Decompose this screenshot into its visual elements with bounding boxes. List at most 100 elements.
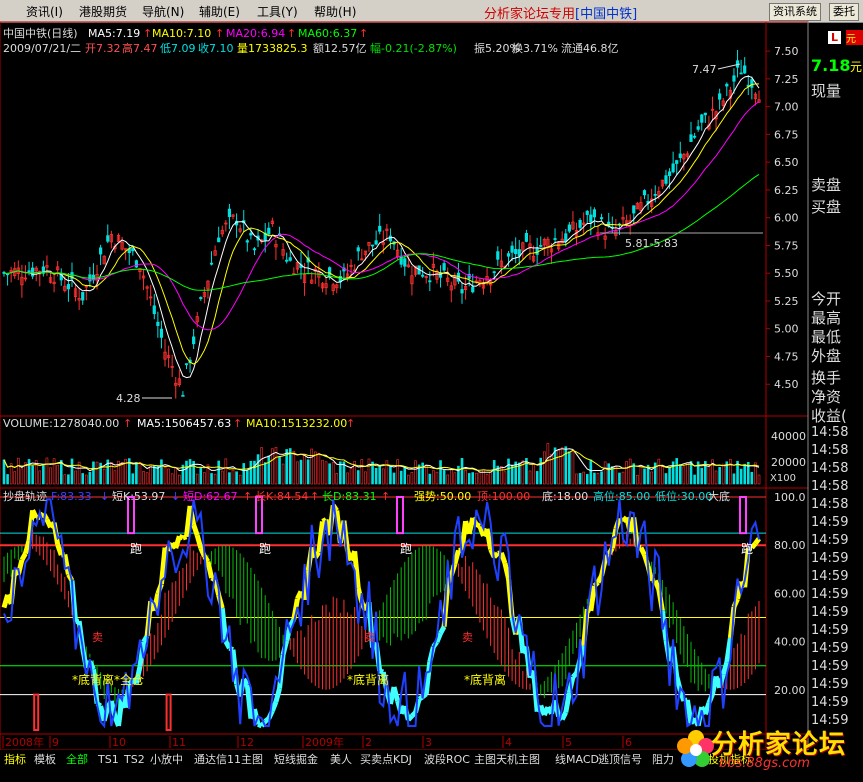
volume-bar bbox=[220, 470, 224, 485]
strong-level: 强势:50.00 bbox=[414, 490, 471, 503]
tab-indicator[interactable]: 逃顶信号 bbox=[598, 752, 642, 768]
candle-body bbox=[689, 134, 693, 142]
tab-indicator[interactable]: 小放中 bbox=[150, 752, 183, 768]
candle-body bbox=[134, 260, 138, 268]
volume-bar bbox=[231, 469, 235, 485]
candle-body bbox=[567, 224, 571, 232]
volume-bar bbox=[324, 461, 328, 485]
volume-bar bbox=[707, 465, 711, 485]
tick-time: 14:58 bbox=[811, 425, 849, 440]
indicator-tick-label: 100.0 bbox=[774, 491, 806, 504]
volume-bar bbox=[52, 458, 56, 485]
indicator-k-segment bbox=[563, 692, 572, 713]
volume-bar bbox=[668, 466, 671, 485]
volume-bar bbox=[70, 458, 74, 485]
volume-bar bbox=[392, 472, 396, 485]
tab-indicator[interactable]: TS2 bbox=[124, 752, 145, 768]
arrow-up-icon: ↑ bbox=[359, 27, 368, 40]
current-price-unit: 元 bbox=[850, 60, 863, 74]
candle-body bbox=[743, 65, 747, 74]
sell-signal: 卖 bbox=[92, 631, 103, 644]
sell-signal: 卖 bbox=[462, 631, 473, 644]
indicator-k-segment bbox=[638, 546, 647, 556]
volume-bar bbox=[185, 460, 188, 485]
volume-bar bbox=[213, 473, 217, 485]
tab-indicator[interactable]: 指标 bbox=[4, 752, 26, 768]
candle-body bbox=[703, 112, 707, 116]
volume-bars bbox=[2, 443, 761, 485]
candle-body bbox=[732, 75, 736, 82]
tab-indicator[interactable]: 波段ROC bbox=[424, 752, 470, 768]
tab-indicator[interactable]: 线MACD bbox=[555, 752, 599, 768]
bottom-marker bbox=[33, 693, 40, 731]
volume-bar bbox=[364, 471, 367, 485]
long-k: 长K:84.54 bbox=[255, 490, 308, 503]
volume-bar bbox=[335, 473, 339, 485]
volume-bar bbox=[2, 459, 6, 485]
arrow-up-icon: ↑ bbox=[143, 27, 152, 40]
tab-indicator[interactable]: 买卖点KDJ bbox=[360, 752, 412, 768]
indicator-k-segment bbox=[423, 661, 433, 695]
candle-body bbox=[553, 238, 557, 240]
candle-body bbox=[564, 233, 568, 242]
volume-bar bbox=[263, 462, 267, 485]
price-tick-label: 4.50 bbox=[774, 378, 799, 391]
volume-bar bbox=[31, 465, 34, 485]
bottom-divergence-signal: *底背离 bbox=[347, 672, 389, 687]
price-tick-label: 5.00 bbox=[774, 323, 799, 336]
date-label: 9 bbox=[52, 736, 59, 749]
bottom-divergence-signal: *底背离*全仓 bbox=[72, 672, 144, 687]
level-badge: L bbox=[828, 31, 841, 44]
candle-body bbox=[356, 247, 360, 252]
volume-bar bbox=[235, 471, 238, 485]
tab-indicator[interactable]: 美人 bbox=[330, 752, 352, 768]
tab-indicator[interactable]: 短线掘金 bbox=[274, 752, 318, 768]
volume-bar bbox=[321, 459, 324, 485]
tab-indicator[interactable]: 全部 bbox=[66, 752, 88, 768]
candle-body bbox=[664, 175, 668, 184]
volume-bar bbox=[378, 465, 382, 485]
high-pos-level: 高位:85.00 bbox=[593, 489, 650, 503]
tab-indicator[interactable]: 主图天机主图 bbox=[474, 752, 540, 768]
tab-indicator[interactable]: 通达信11主图 bbox=[194, 752, 263, 768]
float-value: 流通46.8亿 bbox=[561, 41, 619, 55]
volume-bar bbox=[543, 451, 546, 485]
arrow-up-icon: ↑ bbox=[233, 417, 242, 430]
bottom-divergence-signal: *底背离 bbox=[464, 672, 506, 687]
date-label: 3 bbox=[425, 736, 432, 749]
volume-bar bbox=[621, 471, 625, 485]
sell-orders-label: 卖盘 bbox=[811, 176, 842, 194]
tick-time: 14:59 bbox=[811, 551, 849, 566]
tab-indicator[interactable]: 模板 bbox=[34, 752, 56, 768]
volume-bar bbox=[489, 471, 492, 485]
ma20-label: MA20:6.94 bbox=[226, 27, 285, 40]
indicator-k-segment bbox=[205, 560, 214, 579]
candle-body bbox=[460, 289, 464, 294]
volume-bar bbox=[45, 457, 49, 485]
tick-time: 14:59 bbox=[811, 533, 849, 548]
volume-bar bbox=[571, 450, 575, 485]
volume-bar bbox=[113, 470, 117, 485]
volume-bar bbox=[195, 473, 199, 485]
volume-bar bbox=[149, 464, 153, 485]
volume-bar bbox=[661, 466, 664, 485]
volume-bar bbox=[639, 466, 643, 485]
highest-label: 最高 bbox=[811, 309, 842, 327]
net-assets-label: 净资 bbox=[811, 388, 842, 406]
candle-body bbox=[209, 262, 214, 265]
indicator-k: F:83.33 bbox=[51, 490, 92, 503]
tab-indicator[interactable]: TS1 bbox=[98, 752, 119, 768]
candle-body bbox=[506, 253, 511, 257]
volume-bar bbox=[636, 474, 639, 485]
tick-time: 14:59 bbox=[811, 659, 849, 674]
price-tick-label: 4.75 bbox=[774, 350, 799, 363]
volume-bar bbox=[299, 459, 303, 485]
candle-body bbox=[370, 244, 375, 247]
arrow-up-icon: ↑ bbox=[123, 417, 132, 430]
price-tick-label: 6.50 bbox=[774, 156, 799, 169]
indicator-k-segment bbox=[19, 552, 28, 562]
volume-bar bbox=[374, 467, 378, 485]
high-value: 高7.47 bbox=[122, 41, 158, 55]
top-marker bbox=[739, 496, 747, 535]
run-signal: 跑 bbox=[400, 542, 412, 556]
